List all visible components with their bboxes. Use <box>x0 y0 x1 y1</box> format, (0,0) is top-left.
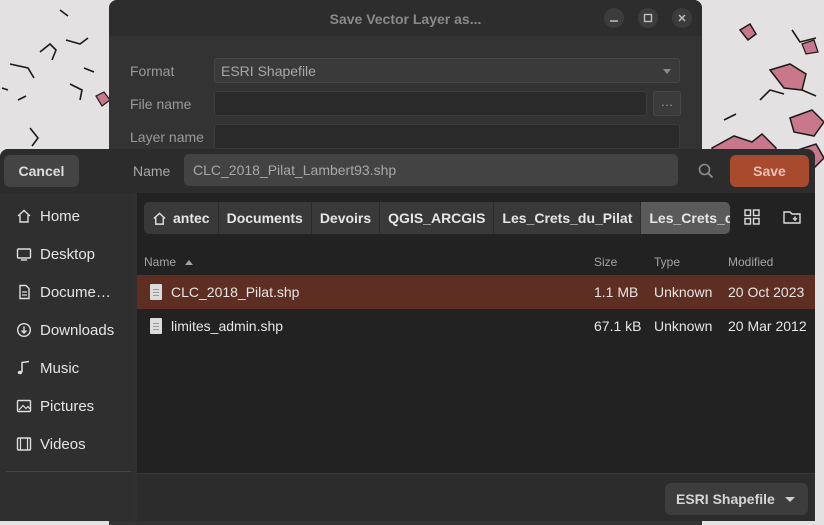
file-type: Unknown <box>654 318 713 334</box>
file-size: 67.1 kB <box>594 318 642 334</box>
file-row-selected[interactable]: CLC_2018_Pilat.shp 1.1 MB Unknown 20 Oct… <box>137 275 815 309</box>
downloads-icon <box>16 322 32 338</box>
sidebar-item-label: Docume… <box>40 284 111 301</box>
sidebar-item-label: Music <box>40 360 80 377</box>
maximize-icon <box>643 13 653 23</box>
cancel-button[interactable]: Cancel <box>4 155 79 187</box>
sidebar-item-label: Desktop <box>40 246 96 263</box>
minimize-icon <box>610 20 618 22</box>
sidebar-item-label: Home <box>40 208 81 225</box>
videos-icon <box>16 437 32 451</box>
file-list-pane: antec Documents Devoirs QGIS_ARCGIS Les_… <box>137 193 815 473</box>
search-icon <box>698 163 714 179</box>
sidebar-item-desktop[interactable]: Desktop <box>0 235 132 273</box>
close-button[interactable] <box>672 8 692 28</box>
column-modified-header[interactable]: Modified <box>728 255 773 269</box>
file-row[interactable]: limites_admin.shp 67.1 kB Unknown 20 Mar… <box>137 309 815 343</box>
format-value: ESRI Shapefile <box>221 63 316 79</box>
pictures-icon <box>16 399 32 413</box>
breadcrumb-label: antec <box>173 210 210 226</box>
sidebar-item-documents[interactable]: Docume… <box>0 273 132 311</box>
search-button[interactable] <box>695 160 717 182</box>
filename-label: File name <box>130 96 192 112</box>
view-mode-button[interactable] <box>742 207 762 227</box>
sidebar-item-home[interactable]: Home <box>0 197 132 235</box>
minimize-button[interactable] <box>604 8 624 28</box>
sort-ascending-icon <box>185 260 193 265</box>
name-label: Name <box>133 163 171 179</box>
layername-label: Layer name <box>130 129 204 145</box>
sidebar-item-label: Downloads <box>40 322 115 339</box>
file-filter-value: ESRI Shapefile <box>676 491 775 507</box>
chooser-footer: ESRI Shapefile <box>137 473 815 521</box>
home-icon <box>153 211 166 225</box>
file-name: limites_admin.shp <box>171 318 284 334</box>
breadcrumb-item[interactable]: QGIS_ARCGIS <box>380 202 494 234</box>
places-sidebar: Home Desktop Docume… Downloads Music Pic… <box>0 193 132 521</box>
music-icon <box>17 360 30 375</box>
new-folder-button[interactable] <box>782 207 802 227</box>
column-headers: Name Size Type Modified <box>137 252 815 272</box>
file-modified: 20 Mar 2012 <box>728 318 807 334</box>
sidebar-item-label: Pictures <box>40 398 95 415</box>
file-size: 1.1 MB <box>594 284 639 300</box>
sidebar-item-downloads[interactable]: Downloads <box>0 311 132 349</box>
grid-view-icon <box>744 209 760 225</box>
chevron-down-icon <box>663 69 671 74</box>
breadcrumb-item[interactable]: Documents <box>218 202 311 234</box>
home-icon <box>17 209 31 223</box>
filename-input[interactable] <box>214 91 647 116</box>
maximize-button[interactable] <box>638 8 658 28</box>
chevron-down-icon <box>785 497 795 502</box>
column-size-header[interactable]: Size <box>594 255 617 269</box>
desktop-icon <box>16 248 32 261</box>
close-icon <box>678 14 686 22</box>
file-name: CLC_2018_Pilat.shp <box>171 284 300 300</box>
sidebar-item-label: Videos <box>40 436 86 453</box>
file-type: Unknown <box>654 284 713 300</box>
column-name-header[interactable]: Name <box>144 255 176 269</box>
file-modified: 20 Oct 2023 <box>728 284 805 300</box>
breadcrumb-item-current[interactable]: Les_Crets_c <box>641 202 730 234</box>
breadcrumb-item[interactable]: Les_Crets_du_Pilat <box>494 202 641 234</box>
dialog-titlebar: Save Vector Layer as... <box>109 0 702 36</box>
file-icon <box>150 284 162 300</box>
file-filter-dropdown[interactable]: ESRI Shapefile <box>665 483 808 515</box>
breadcrumb: antec Documents Devoirs QGIS_ARCGIS Les_… <box>144 202 730 234</box>
sidebar-item-music[interactable]: Music <box>0 349 132 387</box>
sidebar-divider <box>6 471 131 472</box>
sidebar-item-videos[interactable]: Videos <box>0 425 132 463</box>
breadcrumb-item[interactable]: Devoirs <box>311 202 380 234</box>
breadcrumb-item-home[interactable]: antec <box>144 202 218 234</box>
chooser-header: Cancel Name CLC_2018_Pilat_Lambert93.shp… <box>0 149 815 193</box>
format-label: Format <box>130 63 175 79</box>
format-select[interactable]: ESRI Shapefile <box>214 58 680 83</box>
layername-input[interactable] <box>214 124 680 149</box>
column-type-header[interactable]: Type <box>654 255 680 269</box>
filename-name-input[interactable]: CLC_2018_Pilat_Lambert93.shp <box>184 154 678 186</box>
save-button[interactable]: Save <box>730 155 809 187</box>
file-icon <box>150 318 162 334</box>
browse-button[interactable]: … <box>653 91 681 116</box>
new-folder-icon <box>783 211 801 224</box>
documents-icon <box>19 284 30 300</box>
file-chooser-dialog: Cancel Name CLC_2018_Pilat_Lambert93.shp… <box>0 149 815 521</box>
sidebar-item-pictures[interactable]: Pictures <box>0 387 132 425</box>
